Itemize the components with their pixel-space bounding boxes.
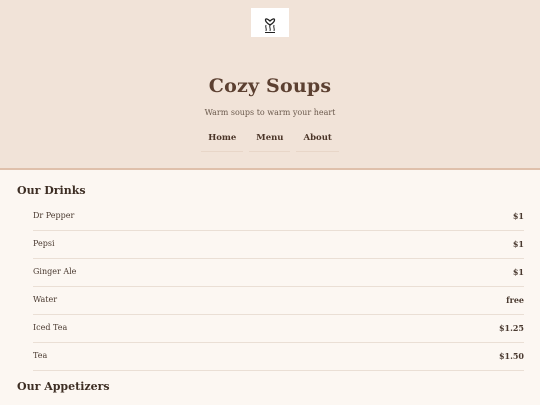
nav-about-link[interactable]: About [296,130,339,152]
nav-home-link[interactable]: Home [201,130,244,152]
appetizers-heading: Our Appetizers [17,380,110,393]
site-tagline: Warm soups to warm your heart [204,108,336,117]
list-item: Water free [33,287,524,315]
drink-price: $1.50 [498,350,524,361]
drink-name: Iced Tea [33,323,68,332]
list-item: Iced Tea $1.25 [33,315,524,343]
drink-name: Tea [33,351,48,360]
nav-menu-link[interactable]: Menu [249,130,291,152]
drink-name: Ginger Ale [33,267,77,276]
cup-heart-logo-icon [264,17,276,33]
main-nav: Home Menu About [0,130,540,152]
drinks-heading: Our Drinks [17,184,86,197]
drink-price: $1 [512,210,524,221]
list-item: Ginger Ale $1 [33,259,524,287]
drink-price: $1 [512,266,524,277]
list-item: Tea $1.50 [33,343,524,371]
drinks-list: Dr Pepper $1 Pepsi $1 Ginger Ale $1 Wate… [33,203,524,371]
list-item: Dr Pepper $1 [33,203,524,231]
site-title: Cozy Soups [208,75,332,97]
drink-price: free [506,294,524,305]
list-item: Pepsi $1 [33,231,524,259]
site-header: Cozy Soups Warm soups to warm your heart… [0,0,540,170]
drink-price: $1 [512,238,524,249]
logo[interactable] [251,8,289,37]
drink-name: Pepsi [33,239,55,248]
drink-name: Water [33,295,58,304]
drink-name: Dr Pepper [33,211,75,220]
drink-price: $1.25 [498,322,524,333]
